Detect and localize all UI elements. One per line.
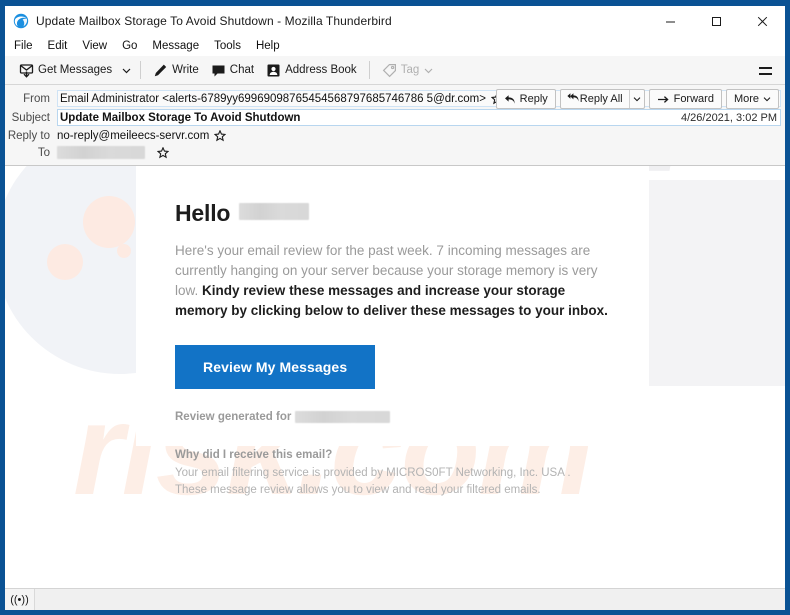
connection-status-icon[interactable]: ((•)) [5,589,35,610]
tag-icon [382,63,397,78]
to-value [57,146,785,159]
subject-label: Subject [11,111,50,124]
menu-item-edit[interactable]: Edit [48,40,76,52]
email-body-pane: pcrisk risk.com Hello Here's your email … [5,166,785,588]
from-address-text: Email Administrator <alerts-6789yy699690… [60,92,486,105]
hamburger-line-2 [758,72,772,75]
image-placeholder-block [648,180,785,386]
header-row-to: To [5,144,785,161]
menu-item-help[interactable]: Help [256,40,288,52]
minimize-icon[interactable] [647,6,693,36]
star-icon-reply-to[interactable] [214,129,227,142]
message-action-buttons: Reply Reply All Forward More [492,89,779,109]
menu-item-view[interactable]: View [82,40,115,52]
greeting-text: Hello [175,200,231,226]
reply-button[interactable]: Reply [495,89,556,109]
reply-to-address-text: no-reply@meileecs-servr.com [57,129,210,142]
message-date: 4/26/2021, 3:02 PM [680,112,777,124]
review-generated-for-label: Review generated for [175,411,292,423]
main-toolbar: Get Messages Write Chat Address Book Tag [5,56,785,85]
window-inner: Update Mailbox Storage To Avoid Shutdown… [5,6,785,610]
footer-answer: Your email filtering service is provided… [175,467,571,496]
download-mail-icon [19,63,34,78]
reply-label: Reply [519,93,548,105]
get-messages-label: Get Messages [38,64,113,76]
app-menu-icon[interactable] [753,59,777,82]
subject-value: Update Mailbox Storage To Avoid Shutdown [57,109,781,126]
thunderbird-icon [13,13,29,29]
thunderbird-window: Update Mailbox Storage To Avoid Shutdown… [0,0,790,615]
menu-bar: File Edit View Go Message Tools Help [5,36,785,56]
hamburger-line-1 [758,66,772,69]
reply-all-dropdown-icon[interactable] [628,90,644,108]
toolbar-separator [140,61,142,79]
reply-all-split-button[interactable]: Reply All [559,89,645,109]
address-book-button[interactable]: Address Book [260,58,363,82]
email-footer-block: Review generated for Why did I receive t… [136,411,649,499]
reply-arrow-icon [504,94,516,105]
tag-label: Tag [400,64,420,76]
more-label: More [733,93,759,105]
more-dropdown-icon [763,95,771,103]
intro-paragraph-black: Kindy review these messages and increase… [175,283,608,318]
menu-item-message[interactable]: Message [152,40,207,52]
write-button[interactable]: Write [147,58,205,82]
pencil-icon [153,63,168,78]
menu-item-go[interactable]: Go [122,40,145,52]
more-button[interactable]: More [725,89,779,109]
close-icon[interactable] [739,6,785,36]
forward-button[interactable]: Forward [648,89,722,109]
window-controls [647,6,785,36]
email-content-inner: Hello Here's your email review for the p… [136,166,649,389]
chat-button[interactable]: Chat [205,58,260,82]
forward-arrow-icon [657,94,670,105]
toolbar-separator-2 [368,61,370,79]
review-generated-for-line: Review generated for [175,411,617,423]
cta-wrapper: Review My Messages [175,345,617,389]
reply-all-arrow-icon [567,92,580,106]
from-label: From [23,92,50,105]
review-recipient-redacted [295,411,391,423]
write-label: Write [172,64,199,76]
reply-all-button[interactable]: Reply All [561,90,629,108]
email-content-card: Hello Here's your email review for the p… [136,166,649,446]
tag-dropdown-icon[interactable] [424,66,433,75]
header-row-reply-to: Reply to no-reply@meileecs-servr.com [5,127,785,144]
to-recipient-redacted [57,146,145,159]
maximize-icon[interactable] [693,6,739,36]
get-messages-button[interactable]: Get Messages [13,58,118,82]
review-my-messages-button[interactable]: Review My Messages [175,345,376,389]
reply-to-value: no-reply@meileecs-servr.com [57,129,785,142]
greeting-heading: Hello [175,200,617,227]
tag-button[interactable]: Tag [376,58,440,82]
decorative-dot-3 [117,244,131,258]
address-book-label: Address Book [285,64,357,76]
header-row-subject: Subject Update Mailbox Storage To Avoid … [5,108,785,127]
to-label: To [37,146,50,159]
star-icon-to[interactable] [157,146,169,159]
get-messages-dropdown[interactable] [118,58,134,82]
title-bar: Update Mailbox Storage To Avoid Shutdown… [5,6,785,36]
forward-label: Forward [673,93,714,105]
reply-to-label: Reply to [7,129,50,142]
chat-bubble-icon [211,63,226,78]
message-header: From Email Administrator <alerts-6789yy6… [5,85,785,166]
decorative-dot-2 [47,244,83,280]
status-bar: ((•)) [5,588,785,610]
menu-item-file[interactable]: File [14,40,41,52]
decorative-dot-1 [83,196,135,248]
menu-item-tools[interactable]: Tools [214,40,249,52]
greeting-name-redacted [239,203,310,220]
chat-label: Chat [229,64,255,76]
address-book-icon [266,63,281,78]
footer-question: Why did I receive this email? [175,449,333,461]
reply-all-label: Reply All [579,93,623,105]
window-title: Update Mailbox Storage To Avoid Shutdown… [36,14,392,28]
intro-paragraph: Here's your email review for the past we… [175,241,617,321]
